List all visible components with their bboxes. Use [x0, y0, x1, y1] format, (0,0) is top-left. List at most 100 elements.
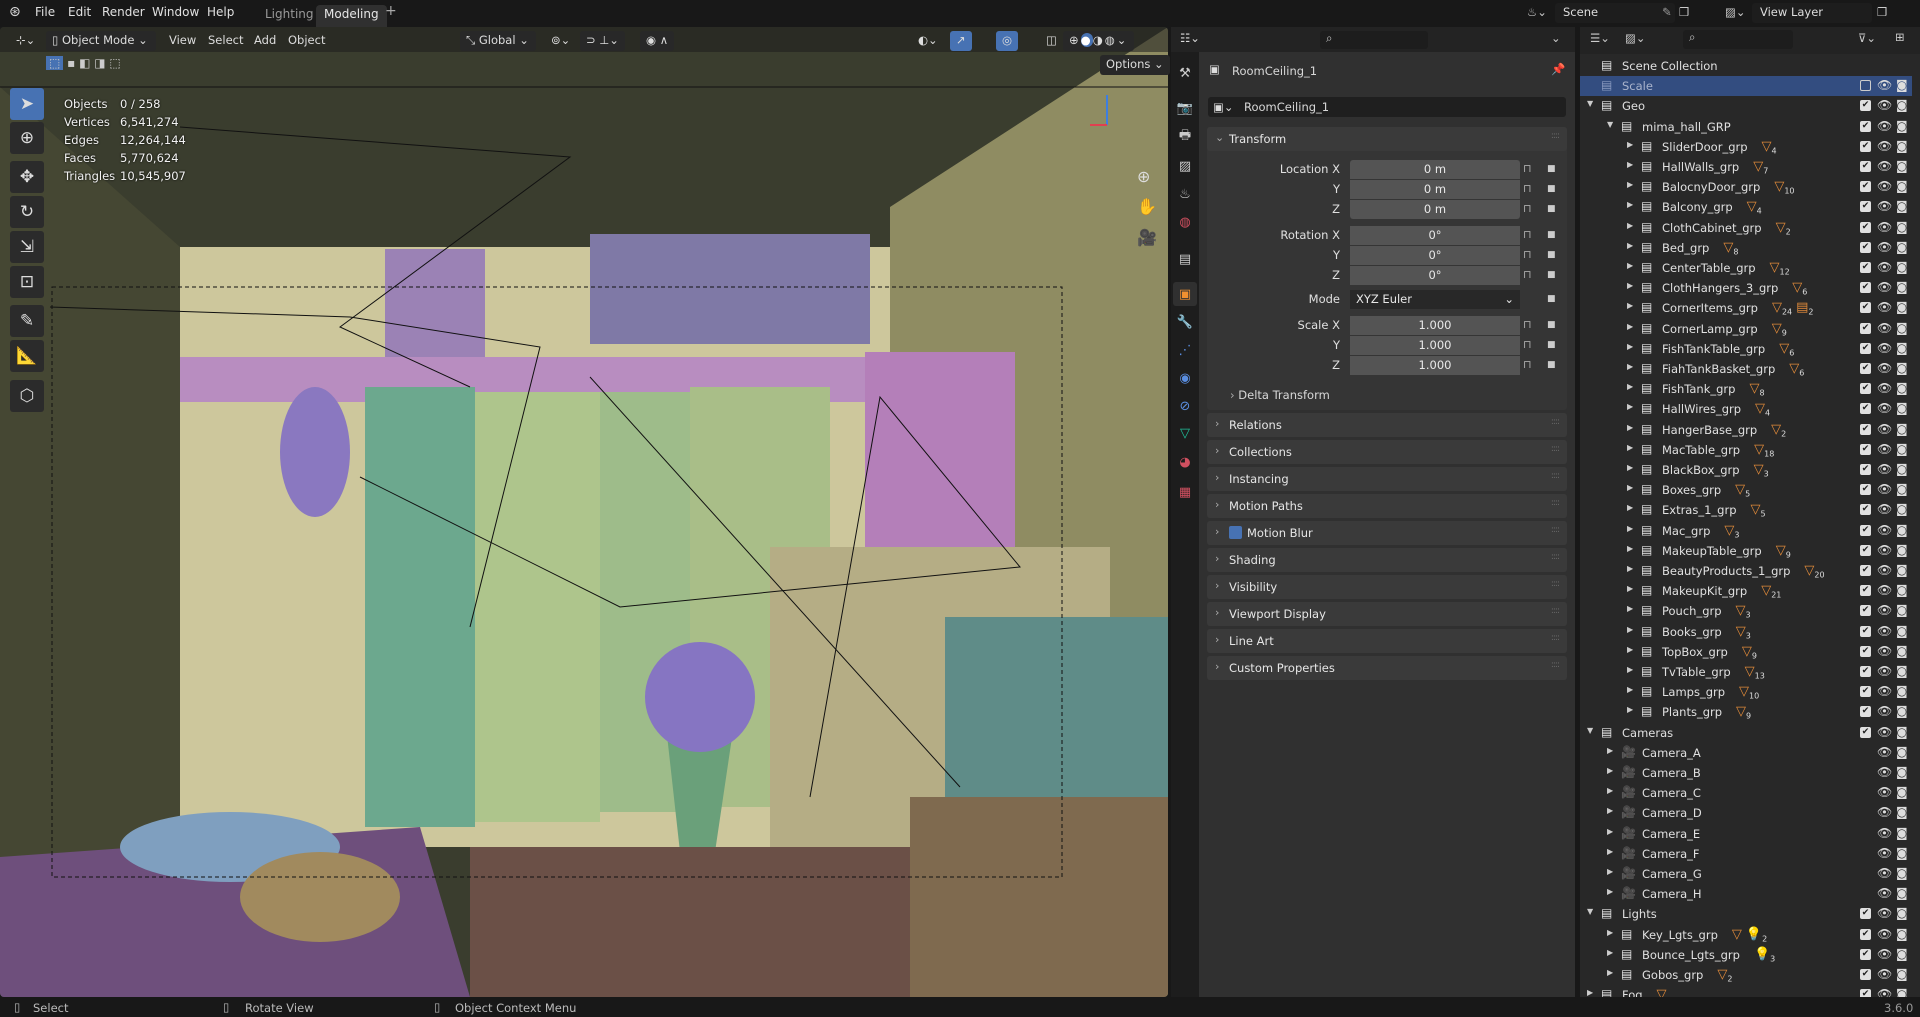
outliner-item[interactable]: ▶ ▤ TvTable_grp ▽13 ✔ 👁 ◙ — [1580, 662, 1912, 682]
render-camera-icon[interactable]: ◙ — [1896, 805, 1908, 819]
eye-icon[interactable]: 👁 — [1877, 240, 1892, 254]
view-layer-icon[interactable]: ▨⌄ — [1725, 5, 1746, 19]
render-camera-icon[interactable]: ◙ — [1896, 664, 1908, 678]
rotation-y-field[interactable]: 0° — [1350, 246, 1520, 265]
render-camera-icon[interactable]: ◙ — [1896, 381, 1908, 395]
exclude-checkbox[interactable]: ✔ — [1860, 282, 1871, 294]
new-collection-icon[interactable]: ⊞ — [1895, 30, 1905, 44]
outliner-item[interactable]: ▶ ▤ Extras_1_grp ▽5 ✔ 👁 ◙ — [1580, 500, 1912, 520]
eye-icon[interactable]: 👁 — [1877, 401, 1892, 415]
expand-right-icon[interactable]: ▶ — [1627, 261, 1633, 270]
outliner-item[interactable]: ▶🎥Camera_A⎚👁◙ — [1580, 743, 1912, 763]
mesh-badge-icon[interactable]: ▽9 — [1742, 644, 1757, 664]
expand-right-icon[interactable]: ▶ — [1607, 766, 1613, 775]
mesh-badge-icon[interactable]: ▽6 — [1792, 281, 1807, 300]
location-x-field[interactable]: 0 m — [1350, 160, 1520, 179]
keyframe-dot-icon[interactable]: ■ — [1547, 204, 1556, 214]
expand-right-icon[interactable]: ▶ — [1607, 928, 1613, 937]
new-scene-icon[interactable]: ❐ — [1679, 5, 1689, 19]
expand-right-icon[interactable]: ▶ — [1627, 443, 1633, 452]
menu-edit[interactable]: Edit — [68, 5, 91, 19]
outliner-item[interactable]: ▶ ▤ MakeupKit_grp ▽21 ✔ 👁 ◙ — [1580, 581, 1912, 601]
render-camera-icon[interactable]: ◙ — [1896, 745, 1908, 759]
panel-line-art[interactable]: › Line Art:::: — [1207, 629, 1567, 653]
light-badge-icon[interactable]: 💡2 — [1746, 927, 1767, 947]
outliner-item[interactable]: ▶ ▤ BeautyProducts_1_grp ▽20 ✔ 👁 ◙ — [1580, 561, 1912, 581]
exclude-checkbox[interactable]: ✔ — [1860, 302, 1871, 314]
menu-select[interactable]: Select — [202, 31, 249, 51]
physics-tab-icon[interactable]: ◉ — [1173, 366, 1197, 390]
render-camera-icon[interactable]: ◙ — [1896, 704, 1908, 718]
editor-type-icon[interactable]: ☷⌄ — [1180, 31, 1200, 45]
eye-icon[interactable]: 👁 — [1877, 785, 1892, 799]
expand-right-icon[interactable]: ▶ — [1627, 665, 1633, 674]
outliner-item[interactable]: ▶ ▤ FishTank_grp ▽8 ✔ 👁 ◙ — [1580, 379, 1912, 399]
scale-x-field[interactable]: 1.000 — [1350, 316, 1520, 335]
menu-render[interactable]: Render — [102, 5, 145, 19]
eye-icon[interactable]: 👁 — [1877, 947, 1892, 961]
eye-icon[interactable]: 👁 — [1877, 523, 1892, 537]
outliner-item[interactable]: ▶ ▤ Lamps_grp ▽10 ✔ 👁 ◙ — [1580, 682, 1912, 702]
render-camera-icon[interactable]: ◙ — [1896, 482, 1908, 496]
exclude-checkbox[interactable]: ✔ — [1860, 363, 1871, 374]
outliner-item[interactable]: ▼ ▤ Geo ✔ 👁 ◙ — [1580, 96, 1912, 116]
overlay-toggle-icon[interactable]: ◎ — [996, 31, 1019, 51]
mesh-badge-icon[interactable]: ▽13 — [1745, 665, 1765, 684]
eye-icon[interactable]: 👁 — [1877, 805, 1892, 819]
render-camera-icon[interactable]: ◙ — [1896, 321, 1908, 335]
render-camera-icon[interactable]: ◙ — [1896, 401, 1908, 415]
filter-icon[interactable]: ⊽⌄ — [1858, 31, 1876, 45]
mesh-badge-icon[interactable]: ▽10 — [1774, 180, 1794, 199]
view-layer-selector[interactable]: View Layer — [1752, 3, 1872, 23]
exclude-checkbox[interactable]: ✔ — [1860, 322, 1871, 334]
visibility-icon[interactable]: ◐⌄ — [912, 31, 944, 51]
eye-icon[interactable]: 👁 — [1877, 543, 1892, 557]
rotation-z-field[interactable]: 0° — [1350, 266, 1520, 285]
expand-right-icon[interactable]: ▶ — [1627, 685, 1633, 694]
outliner-item[interactable]: ▶ ▤ Bounce_Lgts_grp 💡3 ✔ 👁 ◙ — [1580, 945, 1912, 965]
object-mode-dropdown[interactable]: ▯ Object Mode ⌄ — [46, 31, 156, 51]
view-layer-tab-icon[interactable]: ▨ — [1173, 154, 1197, 178]
render-camera-icon[interactable]: ◙ — [1896, 947, 1908, 961]
mesh-badge-icon[interactable]: ▽9 — [1772, 321, 1787, 341]
expand-right-icon[interactable]: ▶ — [1607, 806, 1613, 815]
exclude-checkbox[interactable]: ✔ — [1860, 140, 1871, 152]
menu-object[interactable]: Object — [282, 31, 331, 51]
render-camera-icon[interactable]: ◙ — [1896, 725, 1908, 739]
keyframe-dot-icon[interactable]: ■ — [1547, 294, 1556, 304]
outliner-item[interactable]: ▶ ▤ Books_grp ▽3 ✔ 👁 ◙ — [1580, 622, 1912, 642]
eye-icon[interactable]: 👁 — [1877, 260, 1892, 274]
outliner-item[interactable]: ▶ ▤ CornerLamp_grp ▽9 ✔ 👁 ◙ — [1580, 319, 1912, 339]
outliner-item[interactable]: ▶ ▤ HallWalls_grp ▽7 ✔ 👁 ◙ — [1580, 157, 1912, 177]
snap-icon[interactable]: ⊃ ⊥⌄ — [580, 31, 625, 51]
expand-right-icon[interactable]: ▶ — [1607, 847, 1613, 856]
properties-search-input[interactable]: ⌕ — [1320, 31, 1428, 49]
eye-icon[interactable]: 👁 — [1877, 422, 1892, 436]
render-camera-icon[interactable]: ◙ — [1896, 361, 1908, 375]
exclude-checkbox[interactable]: ✔ — [1860, 544, 1871, 556]
eye-icon[interactable]: 👁 — [1877, 745, 1892, 759]
eye-icon[interactable]: 👁 — [1877, 280, 1892, 294]
expand-right-icon[interactable]: ▶ — [1627, 241, 1633, 250]
eye-icon[interactable]: 👁 — [1877, 603, 1892, 617]
expand-right-icon[interactable]: ▶ — [1627, 281, 1633, 290]
panel-motion-blur[interactable]: › Motion Blur:::: — [1207, 521, 1567, 545]
outliner-item[interactable]: ▶ ▤ Pouch_grp ▽3 ✔ 👁 ◙ — [1580, 601, 1912, 621]
exclude-checkbox[interactable]: ✔ — [1860, 625, 1871, 637]
mesh-badge-icon[interactable]: ▽21 — [1761, 584, 1781, 603]
render-camera-icon[interactable]: ◙ — [1896, 866, 1908, 880]
expand-right-icon[interactable]: ▶ — [1627, 382, 1633, 391]
exclude-checkbox[interactable]: ✔ — [1860, 221, 1871, 233]
panel-motion-paths[interactable]: › Motion Paths:::: — [1207, 494, 1567, 518]
expand-right-icon[interactable]: ▶ — [1627, 362, 1633, 371]
eye-icon[interactable]: 👁 — [1877, 220, 1892, 234]
scene-selector[interactable]: Scene — [1555, 3, 1675, 23]
expand-down-icon[interactable]: ▼ — [1607, 120, 1613, 129]
render-camera-icon[interactable]: ◙ — [1896, 159, 1908, 173]
gizmo-toggle-icon[interactable]: ↗ — [950, 31, 972, 51]
exclude-checkbox[interactable]: ✔ — [1860, 120, 1871, 132]
render-camera-icon[interactable]: ◙ — [1896, 765, 1908, 779]
expand-right-icon[interactable]: ▶ — [1607, 887, 1613, 896]
outliner-item[interactable]: ▶ ▤ SliderDoor_grp ▽4 ✔ 👁 ◙ — [1580, 137, 1912, 157]
pin-icon[interactable]: ✎ — [1662, 5, 1672, 19]
